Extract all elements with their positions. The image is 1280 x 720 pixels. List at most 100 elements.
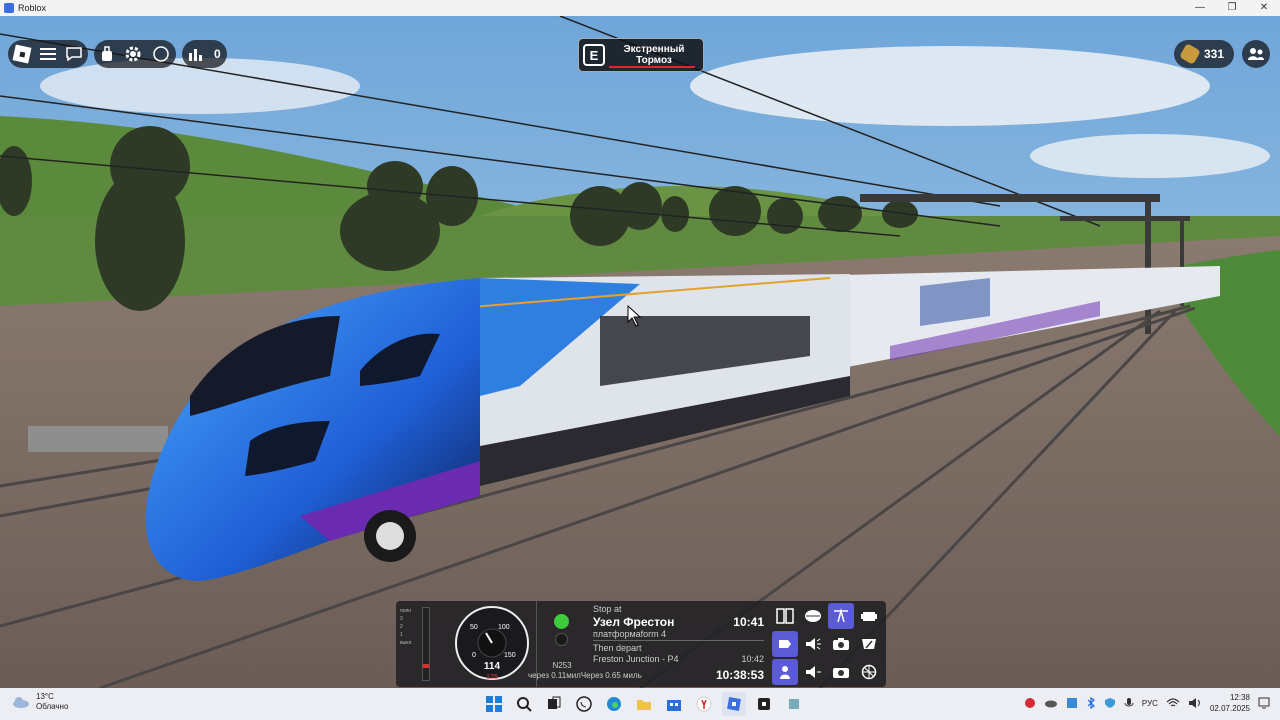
puzzle-icon bbox=[789, 699, 799, 709]
gauge-label-50: 50 bbox=[470, 624, 478, 631]
wifi-icon[interactable] bbox=[1166, 697, 1180, 709]
stop-header: Stop at bbox=[593, 604, 622, 614]
notch-label: полн bbox=[400, 608, 412, 614]
wiper-button[interactable] bbox=[856, 631, 882, 657]
emergency-brake-button[interactable]: E Экстренный Тормоз bbox=[578, 38, 704, 72]
weather-widget[interactable]: 13°C Облачно bbox=[12, 692, 68, 712]
roblox-studio-app[interactable] bbox=[752, 692, 776, 716]
close-button[interactable]: ✕ bbox=[1248, 0, 1280, 16]
whatsapp-icon bbox=[576, 696, 592, 712]
pantograph-icon bbox=[834, 608, 848, 623]
gear-icon[interactable] bbox=[124, 45, 142, 63]
game-scene bbox=[0, 16, 1280, 688]
roblox-logo-icon[interactable] bbox=[12, 44, 32, 64]
distance-label: через 0.11милЧерез 0.65 миль bbox=[528, 671, 642, 680]
cab-light-icon bbox=[779, 640, 791, 648]
store-icon bbox=[667, 700, 681, 711]
roblox-studio-icon bbox=[758, 698, 770, 710]
brake-indicator-bar bbox=[609, 66, 695, 68]
notch-label: 2 bbox=[400, 624, 403, 630]
throttle-lever[interactable] bbox=[422, 607, 430, 681]
friends-button[interactable] bbox=[1242, 40, 1270, 68]
minimize-button[interactable]: — bbox=[1184, 0, 1216, 16]
speed-limit-readout: 125 bbox=[486, 674, 498, 681]
settings-wheel-button[interactable] bbox=[856, 659, 882, 685]
roblox-taskbar-app[interactable] bbox=[722, 692, 746, 716]
headlights-button[interactable] bbox=[800, 603, 826, 629]
driver-icon bbox=[780, 666, 790, 679]
system-tray: РУС 12:38 02.07.2025 bbox=[1024, 692, 1270, 714]
wiper-icon bbox=[862, 639, 876, 649]
chat-icon[interactable] bbox=[66, 47, 82, 61]
coin-icon bbox=[1179, 43, 1201, 65]
extra-app[interactable] bbox=[782, 692, 806, 716]
signal-id: N253 bbox=[552, 661, 572, 670]
next-stop-time: 10:42 bbox=[741, 654, 764, 664]
shield-icon[interactable] bbox=[1104, 697, 1116, 709]
wheel-icon bbox=[861, 664, 877, 680]
notification-icon[interactable] bbox=[1258, 697, 1270, 709]
app-tray-icon[interactable] bbox=[1066, 697, 1078, 709]
start-button[interactable] bbox=[482, 692, 506, 716]
horn-low-button[interactable] bbox=[800, 659, 826, 685]
pantograph-button[interactable] bbox=[828, 603, 854, 629]
backpack-icon[interactable] bbox=[100, 46, 114, 62]
maximize-button[interactable]: ❐ bbox=[1216, 0, 1248, 16]
speed-gauge-section: полн 3 2 1 выкл 0 50 100 150 114 125 bbox=[396, 601, 536, 687]
language-indicator[interactable]: РУС bbox=[1142, 699, 1158, 708]
stop-separator bbox=[593, 640, 764, 641]
horn-low-icon bbox=[806, 666, 821, 678]
speed-readout: 114 bbox=[484, 661, 501, 672]
search-button[interactable] bbox=[512, 692, 536, 716]
bluetooth-icon[interactable] bbox=[1086, 697, 1096, 709]
hud-top-left: 0 bbox=[8, 40, 227, 68]
weather-temp: 13°C bbox=[36, 692, 54, 701]
brake-label: Экстренный Тормоз bbox=[605, 44, 703, 66]
yandex-icon bbox=[696, 696, 712, 712]
hamburger-menu-icon[interactable] bbox=[40, 48, 56, 60]
compass-icon[interactable] bbox=[152, 45, 170, 63]
cab-lights-button[interactable] bbox=[772, 631, 798, 657]
gauge-label-150: 150 bbox=[504, 652, 516, 659]
roblox-taskbar-icon bbox=[727, 697, 741, 711]
onedrive-icon[interactable] bbox=[1044, 698, 1058, 708]
brake-label-line1: Экстренный bbox=[623, 44, 685, 55]
cloud-icon bbox=[13, 697, 29, 708]
clock-date: 02.07.2025 bbox=[1209, 704, 1250, 713]
edge-app[interactable] bbox=[602, 692, 626, 716]
task-view-icon bbox=[548, 696, 561, 709]
folder-icon bbox=[637, 700, 651, 710]
engine-icon bbox=[861, 612, 877, 621]
volume-icon[interactable] bbox=[1188, 697, 1202, 709]
roblox-app-icon bbox=[4, 3, 14, 13]
window-title: Roblox bbox=[18, 3, 47, 13]
gauge-label-100: 100 bbox=[498, 624, 510, 631]
windows-icon bbox=[486, 696, 502, 712]
task-view-button[interactable] bbox=[542, 692, 566, 716]
currency-display[interactable]: 331 bbox=[1173, 40, 1234, 68]
window-titlebar: Roblox — ❐ ✕ bbox=[0, 0, 1280, 16]
camera-button[interactable] bbox=[828, 631, 854, 657]
game-viewport[interactable]: 0 E Экстренный Тормоз 331 bbox=[0, 16, 1280, 688]
taskbar: 13°C Облачно РУС 12:38 02.07.2025 bbox=[0, 688, 1280, 720]
driver-button[interactable] bbox=[772, 659, 798, 685]
record-icon[interactable] bbox=[1024, 697, 1036, 709]
notch-label: 1 bbox=[400, 632, 403, 638]
file-explorer-app[interactable] bbox=[632, 692, 656, 716]
roblox-menu-pill[interactable] bbox=[8, 40, 88, 68]
doors-button[interactable] bbox=[772, 603, 798, 629]
bar-chart-icon bbox=[189, 49, 202, 61]
microphone-icon[interactable] bbox=[1124, 697, 1134, 709]
game-tools-pill bbox=[94, 40, 176, 68]
engine-button[interactable] bbox=[856, 603, 882, 629]
yandex-app[interactable] bbox=[692, 692, 716, 716]
whatsapp-app[interactable] bbox=[572, 692, 596, 716]
system-clock[interactable]: 12:38 02.07.2025 bbox=[1210, 692, 1250, 714]
leaderboard-pill[interactable]: 0 bbox=[182, 40, 227, 68]
store-app[interactable] bbox=[662, 692, 686, 716]
driver-panel: полн 3 2 1 выкл 0 50 100 150 114 125 N25… bbox=[396, 601, 886, 687]
camera-alt-icon bbox=[833, 668, 849, 678]
notch-label: 3 bbox=[400, 616, 403, 622]
screenshot-button[interactable] bbox=[828, 659, 854, 685]
horn-high-button[interactable] bbox=[800, 631, 826, 657]
